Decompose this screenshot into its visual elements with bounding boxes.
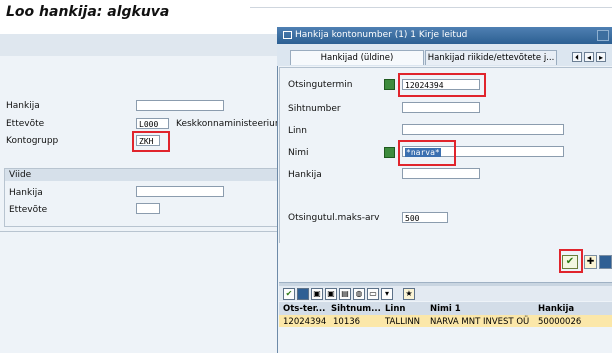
- maxhits-label: Otsingutul.maks-arv: [288, 213, 380, 223]
- page-title: Loo hankija: algkuva: [6, 4, 170, 20]
- kontogrupp-label: Kontogrupp: [6, 136, 59, 146]
- dialog-titlebar: Hankija kontonumber (1) 1 Kirje leitud: [277, 27, 612, 44]
- cell-nimi1[interactable]: NARVA MNT INVEST OÜ: [430, 317, 529, 327]
- dialog-window-icon: [283, 30, 292, 39]
- cell-linn[interactable]: TALLINN: [385, 317, 420, 327]
- sihtnumber-input[interactable]: [402, 102, 480, 113]
- tab-nav-next-icon[interactable]: ▸: [596, 52, 606, 62]
- ettevote-label: Ettevõte: [6, 119, 45, 129]
- cell-hankija[interactable]: 50000026: [538, 317, 581, 327]
- cell-ots-ter[interactable]: 12024394: [283, 317, 326, 327]
- add-criteria-icon[interactable]: ✚: [584, 255, 597, 269]
- sihtnumber-label: Sihtnumber: [288, 104, 341, 114]
- print-icon[interactable]: ▭: [367, 288, 379, 300]
- export-icon[interactable]: ▾: [381, 288, 393, 300]
- tab-hankijad-riikide[interactable]: Hankijad riikide/ettevõtete j...: [425, 50, 557, 65]
- filter-icon[interactable]: ◍: [353, 288, 365, 300]
- tab-hankijad-uldine[interactable]: Hankijad (üldine): [290, 50, 424, 65]
- maxhits-input[interactable]: 500: [402, 212, 448, 223]
- kontogrupp-highlight: [132, 131, 170, 152]
- find-icon[interactable]: ▣: [311, 288, 323, 300]
- bottom-divider: [0, 231, 285, 232]
- application-toolbar: [0, 34, 285, 57]
- viide-hankija-label: Hankija: [9, 188, 43, 198]
- top-divider: [250, 7, 612, 8]
- execute-highlight: [559, 249, 583, 273]
- viide-hankija-input[interactable]: [136, 186, 224, 197]
- otsingutermin-label: Otsingutermin: [288, 80, 353, 90]
- col-linn[interactable]: Linn: [385, 304, 405, 314]
- col-ots-ter[interactable]: Ots-ter...: [283, 304, 325, 314]
- hankija-input[interactable]: [136, 100, 224, 111]
- pattern-option-icon[interactable]: [384, 147, 395, 158]
- find-next-icon[interactable]: ▣: [325, 288, 337, 300]
- sort-icon[interactable]: ▤: [339, 288, 351, 300]
- otsingutermin-highlight: [398, 73, 486, 97]
- dialog-hankija-input[interactable]: [402, 168, 480, 179]
- dialog-close-button[interactable]: [597, 30, 609, 41]
- ettevote-description: Keskkonnaministeerium: [176, 119, 284, 129]
- dialog-title: Hankija kontonumber (1) 1 Kirje leitud: [295, 30, 468, 40]
- viide-ettevote-input[interactable]: [136, 203, 160, 214]
- nimi-highlight: [398, 140, 456, 166]
- col-hankija[interactable]: Hankija: [538, 304, 574, 314]
- cancel-icon[interactable]: [599, 255, 612, 269]
- nimi-label: Nimi: [288, 148, 309, 158]
- col-sihtnum[interactable]: Sihtnum...: [331, 304, 381, 314]
- accept-icon[interactable]: ✔: [283, 288, 295, 300]
- equals-option-icon[interactable]: [384, 79, 395, 90]
- cell-sihtnum[interactable]: 10136: [333, 317, 360, 327]
- personal-list-icon[interactable]: ★: [403, 288, 415, 300]
- linn-label: Linn: [288, 126, 307, 136]
- linn-input[interactable]: [402, 124, 564, 135]
- tab-nav-first-icon[interactable]: ⏴: [572, 52, 582, 62]
- tab-nav-prev-icon[interactable]: ◂: [584, 52, 594, 62]
- hankija-label: Hankija: [6, 101, 40, 111]
- ettevote-input[interactable]: L000: [136, 118, 169, 129]
- col-nimi1[interactable]: Nimi 1: [430, 304, 461, 314]
- viide-group-header: [5, 169, 284, 181]
- viide-heading: Viide: [9, 170, 32, 180]
- viide-ettevote-label: Ettevõte: [9, 205, 48, 215]
- close-results-icon[interactable]: [297, 288, 309, 300]
- dialog-hankija-label: Hankija: [288, 170, 322, 180]
